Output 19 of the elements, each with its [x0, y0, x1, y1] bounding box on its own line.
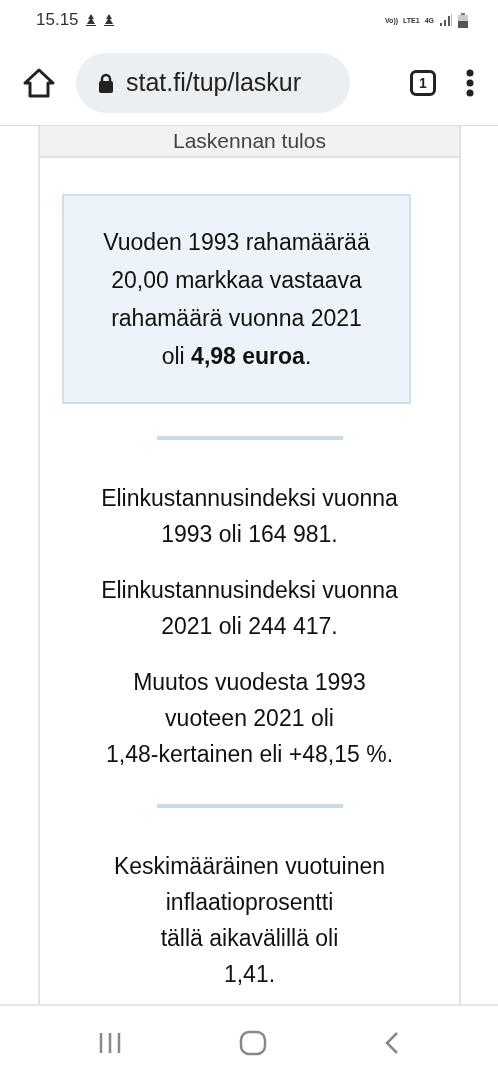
notification-icon — [84, 13, 97, 27]
battery-icon — [458, 12, 468, 28]
result-paragraph: Elinkustannusindeksi vuonna 2021 oli 244 417. — [100, 576, 399, 641]
signal-icon — [439, 14, 453, 26]
card-title: Laskennan tulos — [173, 130, 326, 152]
recent-apps-icon[interactable] — [98, 1032, 123, 1054]
notification-icon — [102, 13, 115, 27]
status-time: 15.15 — [36, 10, 79, 30]
address-bar[interactable]: stat.fi/tup/laskur — [76, 52, 350, 113]
result-text: Vuoden 1993 rahamäärää 20,00 markkaa vastaava rahamäärä vuonna 2021 oli 4,98 euroa. — [102, 228, 371, 371]
home-icon[interactable] — [22, 66, 56, 99]
tab-switcher-button[interactable]: 1 — [410, 69, 436, 96]
back-icon[interactable] — [383, 1031, 400, 1055]
result-paragraph: Elinkustannusindeksi vuonna 1993 oli 164 981. — [100, 484, 399, 549]
menu-icon[interactable] — [466, 68, 474, 97]
lock-icon — [98, 72, 114, 93]
home-button-icon[interactable] — [239, 1030, 267, 1056]
result-paragraph: Muutos vuodesta 1993 vuoteen 2021 oli 1,48-kertainen eli +48,15 %. — [104, 668, 395, 769]
result-paragraph: Keskimääräinen vuotuinen inflaatioprosentti tällä aikavälillä oli 1,41. — [112, 852, 387, 989]
